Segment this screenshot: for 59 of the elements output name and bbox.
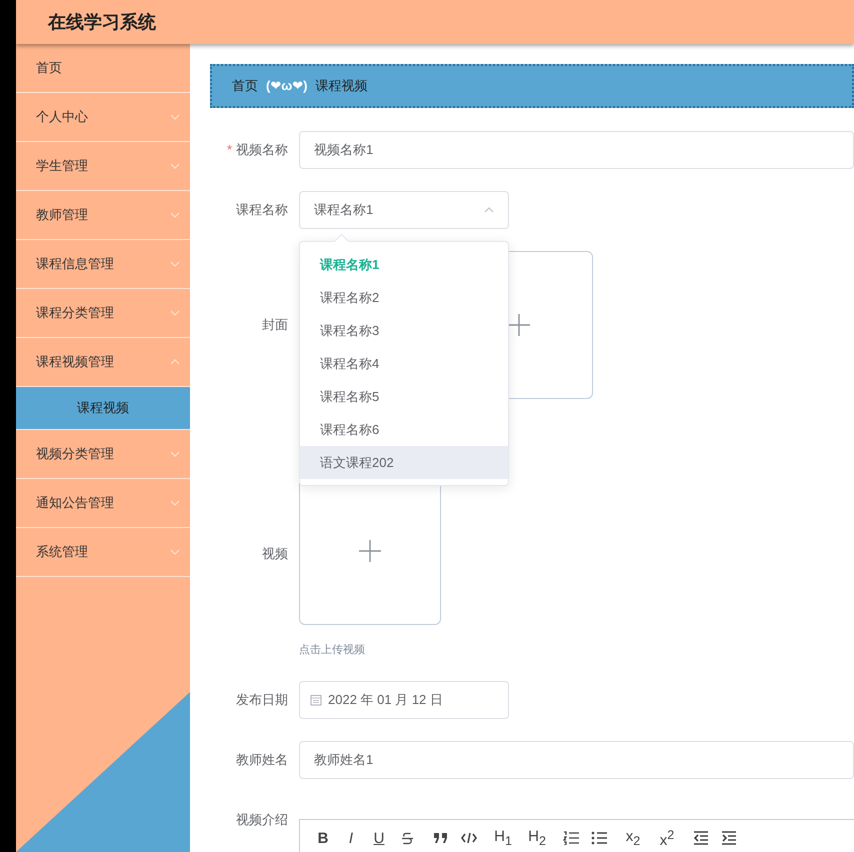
breadcrumb-current: 课程视频 (315, 77, 368, 95)
dropdown-option[interactable]: 课程名称4 (300, 347, 508, 380)
required-mark: * (226, 142, 232, 157)
chevron-icon (170, 114, 180, 120)
sidebar-item[interactable]: 个人中心 (16, 93, 190, 142)
dropdown-option[interactable]: 课程名称5 (300, 380, 508, 413)
breadcrumb-home[interactable]: 首页 (232, 77, 258, 95)
dropdown-option[interactable]: 语文课程202 (300, 446, 508, 479)
breadcrumb-separator: (❤ω❤) (266, 78, 308, 94)
field-label: 封面 (261, 316, 288, 334)
format-button[interactable]: H$_{2}$ (526, 828, 548, 848)
date-field[interactable]: 2022 年 01 月 12 日 (299, 681, 509, 719)
dropdown-option[interactable]: 课程名称2 (300, 281, 508, 314)
indent-icon (721, 831, 737, 845)
plus-icon (508, 314, 530, 336)
field-label: 发布日期 (235, 691, 288, 709)
chevron-icon (170, 212, 180, 218)
sidebar-item[interactable]: 课程信息管理 (16, 240, 190, 289)
sidebar-item[interactable]: 教师管理 (16, 191, 190, 240)
strikethrough-icon (400, 830, 414, 846)
sidebar-item[interactable]: 首页 (16, 44, 190, 93)
format-button[interactable]: x$_{2}$ (622, 828, 644, 848)
sidebar-item[interactable]: 通知公告管理 (16, 479, 190, 528)
field-label: 课程名称 (235, 201, 288, 219)
ordered-list-icon (563, 831, 579, 845)
format-button[interactable]: B (312, 828, 334, 848)
format-button[interactable]: x$^{2}$ (656, 828, 678, 848)
select-field[interactable]: 课程名称1 (299, 191, 509, 229)
format-button[interactable]: H$_{1}$ (492, 828, 514, 848)
field-label: * 视频名称 (226, 141, 288, 159)
dropdown-option[interactable]: 课程名称3 (300, 314, 508, 347)
outdent-icon (693, 831, 709, 845)
calendar-icon (310, 694, 322, 706)
upload-hint: 点击上传视频 (299, 642, 366, 657)
field-label: 视频 (261, 545, 288, 563)
sidebar-item[interactable]: 系统管理 (16, 528, 190, 577)
bullet-list-icon (591, 831, 607, 845)
chevron-icon (170, 163, 180, 169)
chevron-icon (170, 549, 180, 555)
input-field[interactable]: 教师姓名1 (299, 741, 854, 779)
sidebar-subitem[interactable]: 课程视频 (16, 387, 190, 430)
chevron-icon (170, 359, 180, 365)
chevron-icon (170, 500, 180, 506)
dropdown-option[interactable]: 课程名称6 (300, 413, 508, 446)
sidebar-item[interactable]: 视频分类管理 (16, 430, 190, 479)
format-button[interactable]: I (340, 828, 362, 848)
quote-icon (433, 832, 449, 844)
input-field[interactable]: 视频名称1 (299, 131, 854, 169)
field-label: 视频介绍 (235, 811, 288, 829)
sidebar-item[interactable]: 学生管理 (16, 142, 190, 191)
code-icon (461, 832, 477, 844)
chevron-icon (170, 261, 180, 267)
sidebar-item[interactable]: 课程分类管理 (16, 289, 190, 338)
chevron-icon (170, 310, 180, 316)
plus-icon (359, 540, 381, 562)
format-button[interactable]: U (368, 828, 390, 848)
app-title: 在线学习系统 (48, 11, 156, 34)
chevron-icon (170, 451, 180, 457)
field-label: 教师姓名 (235, 751, 288, 769)
